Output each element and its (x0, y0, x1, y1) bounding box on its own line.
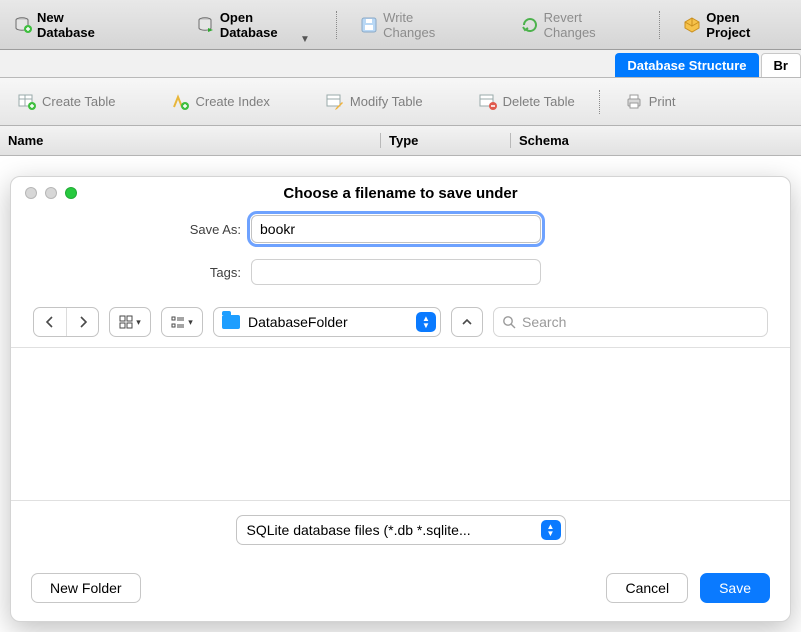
save-label: Save (719, 580, 751, 596)
list-view-icon: ▾ (162, 308, 202, 336)
chevron-right-icon (78, 316, 88, 328)
tab-browse-data-label: Br (774, 58, 788, 73)
search-field[interactable]: Search (493, 307, 768, 337)
project-icon (683, 16, 701, 34)
file-type-selector[interactable]: SQLite database files (*.db *.sqlite... … (236, 515, 566, 545)
table-add-icon (18, 93, 36, 111)
print-label: Print (649, 94, 676, 109)
delete-table-button[interactable]: Delete Table (471, 89, 583, 115)
tab-database-structure[interactable]: Database Structure (615, 53, 758, 77)
action-separator (593, 84, 607, 120)
revert-icon (521, 16, 539, 34)
updown-icon: ▲▼ (416, 312, 436, 332)
new-folder-button[interactable]: New Folder (31, 573, 141, 603)
main-toolbar: New Database Open Database ▼ Write Chang… (0, 0, 801, 50)
collapse-button[interactable] (451, 307, 483, 337)
nav-forward-button[interactable] (66, 308, 98, 336)
search-placeholder: Search (522, 314, 566, 330)
save-as-input[interactable] (251, 215, 541, 243)
tab-bar: Database Structure Br (0, 50, 801, 78)
create-table-button[interactable]: Create Table (10, 89, 123, 115)
folder-selector[interactable]: DatabaseFolder ▲▼ (213, 307, 441, 337)
folder-name: DatabaseFolder (248, 314, 348, 330)
action-toolbar: Create Table Create Index Modify Table D… (0, 78, 801, 126)
database-open-icon (197, 16, 215, 34)
chevron-down-icon: ▾ (188, 317, 193, 328)
table-header: Name Type Schema (0, 126, 801, 156)
column-header-name[interactable]: Name (0, 133, 380, 148)
new-database-button[interactable]: New Database (8, 6, 131, 44)
write-changes-button[interactable]: Write Changes (354, 6, 475, 44)
tags-input[interactable] (251, 259, 541, 285)
dialog-title: Choose a filename to save under (11, 185, 790, 202)
print-button[interactable]: Print (617, 89, 684, 115)
printer-icon (625, 93, 643, 111)
tab-browse-data[interactable]: Br (761, 53, 801, 77)
nav-back-button[interactable] (34, 308, 66, 336)
write-changes-label: Write Changes (383, 10, 469, 40)
new-folder-label: New Folder (50, 580, 122, 596)
open-project-button[interactable]: Open Project (677, 6, 793, 44)
save-icon (360, 16, 378, 34)
revert-changes-button[interactable]: Revert Changes (515, 6, 644, 44)
chevron-down-icon: ▾ (136, 317, 141, 328)
modify-table-button[interactable]: Modify Table (318, 89, 431, 115)
modify-table-label: Modify Table (350, 94, 423, 109)
toolbar-separator (330, 7, 344, 43)
folder-icon (222, 315, 240, 329)
group-by-selector[interactable]: ▾ (161, 307, 203, 337)
create-index-label: Create Index (195, 94, 269, 109)
open-project-label: Open Project (706, 10, 787, 40)
revert-changes-label: Revert Changes (544, 10, 638, 40)
search-icon (502, 315, 516, 329)
tab-database-structure-label: Database Structure (627, 58, 746, 73)
cancel-label: Cancel (625, 580, 669, 596)
delete-table-label: Delete Table (503, 94, 575, 109)
column-header-type[interactable]: Type (380, 133, 510, 148)
table-delete-icon (479, 93, 497, 111)
tags-label: Tags: (11, 265, 251, 280)
new-database-label: New Database (37, 10, 125, 40)
save-as-label: Save As: (11, 222, 251, 237)
grid-view-icon: ▾ (110, 308, 150, 336)
file-type-label: SQLite database files (*.db *.sqlite... (247, 522, 471, 538)
database-new-icon (14, 16, 32, 34)
file-list-area[interactable] (11, 347, 790, 501)
finder-nav-row: ▾ ▾ DatabaseFolder ▲▼ Search (11, 293, 790, 347)
index-icon (171, 93, 189, 111)
cancel-button[interactable]: Cancel (606, 573, 688, 603)
toolbar-separator (653, 7, 667, 43)
chevron-up-icon (461, 316, 473, 328)
view-mode-selector[interactable]: ▾ (109, 307, 151, 337)
create-table-label: Create Table (42, 94, 115, 109)
save-dialog: Choose a filename to save under Save As:… (10, 176, 791, 622)
updown-icon: ▲▼ (541, 520, 561, 540)
create-index-button[interactable]: Create Index (163, 89, 277, 115)
save-button[interactable]: Save (700, 573, 770, 603)
column-header-schema[interactable]: Schema (510, 133, 801, 148)
nav-back-forward (33, 307, 99, 337)
chevron-left-icon (45, 316, 55, 328)
table-edit-icon (326, 93, 344, 111)
chevron-down-icon[interactable]: ▼ (300, 34, 310, 45)
